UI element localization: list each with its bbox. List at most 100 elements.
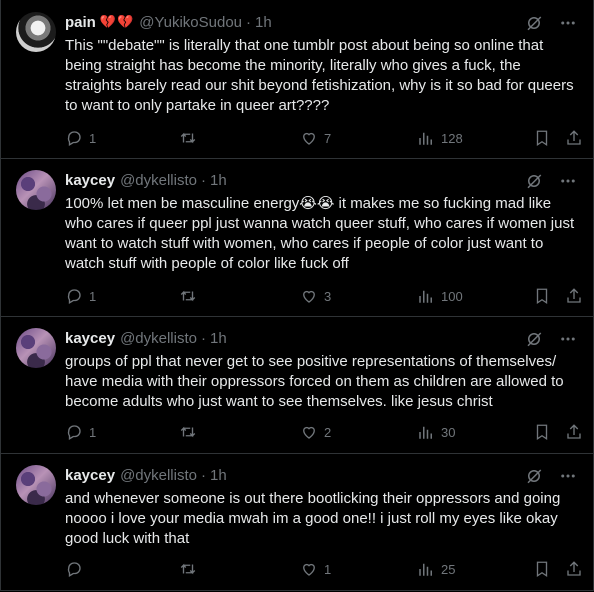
like-button[interactable]: 3 (300, 286, 331, 306)
reply-icon (65, 560, 83, 578)
views-icon (417, 423, 435, 441)
bookmark-button[interactable] (533, 559, 551, 579)
tweet-header: kaycey @dykellisto · 1h (65, 170, 227, 190)
tweet-actions: 1 3 100 (65, 286, 585, 306)
share-icon (565, 560, 583, 578)
separator-dot: · (200, 329, 206, 347)
reply-icon (65, 423, 83, 441)
timeline: pain 💔💔 @YukikoSudou · 1h This ""debate"… (0, 0, 594, 591)
views-button[interactable]: 100 (417, 286, 463, 306)
separator-dot: · (200, 466, 206, 484)
broken-heart-emoji: 💔💔 (99, 14, 135, 29)
bookmark-icon (533, 287, 551, 305)
tweet-card[interactable]: kaycey @dykellisto · 1h 100% let men be … (1, 158, 593, 317)
tweet-actions: 1 2 30 (65, 422, 585, 442)
repost-icon (178, 423, 198, 441)
timestamp[interactable]: 1h (255, 14, 272, 31)
tweet-header: kaycey @dykellisto · 1h (65, 328, 227, 348)
display-name[interactable]: pain (65, 14, 96, 31)
display-name[interactable]: kaycey (65, 467, 115, 484)
share-icon (565, 129, 583, 147)
repost-icon (178, 560, 198, 578)
user-handle[interactable]: @dykellisto (120, 467, 197, 484)
reply-button[interactable] (65, 559, 89, 579)
repost-button[interactable] (178, 422, 204, 442)
tweet-top-actions (525, 467, 577, 485)
more-icon[interactable] (559, 330, 577, 348)
like-button[interactable]: 1 (300, 559, 331, 579)
timestamp[interactable]: 1h (210, 330, 227, 347)
views-icon (417, 287, 435, 305)
share-icon (565, 423, 583, 441)
reply-count: 1 (89, 424, 97, 440)
avatar[interactable] (16, 170, 56, 210)
more-icon[interactable] (559, 172, 577, 190)
user-handle[interactable]: @YukikoSudou (139, 14, 242, 31)
like-icon (300, 287, 318, 305)
avatar[interactable] (16, 465, 56, 505)
display-name[interactable]: kaycey (65, 330, 115, 347)
grok-icon[interactable] (525, 467, 543, 485)
reply-count: 1 (89, 288, 97, 304)
tweet-card[interactable]: kaycey @dykellisto · 1h and whenever som… (1, 453, 593, 590)
grok-icon[interactable] (525, 330, 543, 348)
reply-count: 1 (89, 130, 97, 146)
views-icon (417, 129, 435, 147)
bookmark-icon (533, 560, 551, 578)
repost-button[interactable] (178, 286, 204, 306)
reply-icon (65, 129, 83, 147)
grok-icon[interactable] (525, 14, 543, 32)
like-count: 3 (324, 288, 332, 304)
reply-button[interactable]: 1 (65, 286, 96, 306)
timestamp[interactable]: 1h (210, 467, 227, 484)
views-button[interactable]: 128 (417, 128, 463, 148)
bookmark-button[interactable] (533, 422, 551, 442)
repost-button[interactable] (178, 128, 204, 148)
user-handle[interactable]: @dykellisto (120, 330, 197, 347)
like-button[interactable]: 2 (300, 422, 331, 442)
like-icon (300, 129, 318, 147)
bookmark-icon (533, 129, 551, 147)
user-handle[interactable]: @dykellisto (120, 172, 197, 189)
tweet-header: kaycey @dykellisto · 1h (65, 465, 227, 485)
tweet-text: This ""debate"" is literally that one tu… (65, 37, 574, 114)
reply-button[interactable]: 1 (65, 422, 96, 442)
tweet-card[interactable]: pain 💔💔 @YukikoSudou · 1h This ""debate"… (1, 0, 593, 159)
more-icon[interactable] (559, 14, 577, 32)
views-count: 25 (441, 561, 456, 577)
avatar[interactable] (16, 328, 56, 368)
share-button[interactable] (565, 128, 583, 148)
grok-icon[interactable] (525, 172, 543, 190)
like-icon (300, 423, 318, 441)
views-icon (417, 560, 435, 578)
reply-button[interactable]: 1 (65, 128, 96, 148)
like-count: 2 (324, 424, 332, 440)
tweet-text: and whenever someone is out there bootli… (65, 490, 561, 547)
tweet-top-actions (525, 172, 577, 190)
separator-dot: · (246, 13, 252, 31)
share-button[interactable] (565, 559, 583, 579)
timestamp[interactable]: 1h (210, 172, 227, 189)
views-button[interactable]: 25 (417, 559, 455, 579)
share-button[interactable] (565, 286, 583, 306)
views-button[interactable]: 30 (417, 422, 455, 442)
display-name[interactable]: kaycey (65, 172, 115, 189)
bookmark-icon (533, 423, 551, 441)
reply-icon (65, 287, 83, 305)
avatar[interactable] (16, 12, 56, 52)
bookmark-button[interactable] (533, 128, 551, 148)
views-count: 30 (441, 424, 456, 440)
tweet-header: pain 💔💔 @YukikoSudou · 1h (65, 12, 272, 32)
bookmark-button[interactable] (533, 286, 551, 306)
views-count: 128 (441, 130, 463, 146)
repost-icon (178, 129, 198, 147)
tweet-actions: 1 7 128 (65, 128, 585, 148)
share-button[interactable] (565, 422, 583, 442)
repost-icon (178, 287, 198, 305)
tweet-card[interactable]: kaycey @dykellisto · 1h groups of ppl th… (1, 316, 593, 454)
tweet-top-actions (525, 330, 577, 348)
more-icon[interactable] (559, 467, 577, 485)
like-button[interactable]: 7 (300, 128, 331, 148)
like-count: 1 (324, 561, 332, 577)
repost-button[interactable] (178, 559, 204, 579)
